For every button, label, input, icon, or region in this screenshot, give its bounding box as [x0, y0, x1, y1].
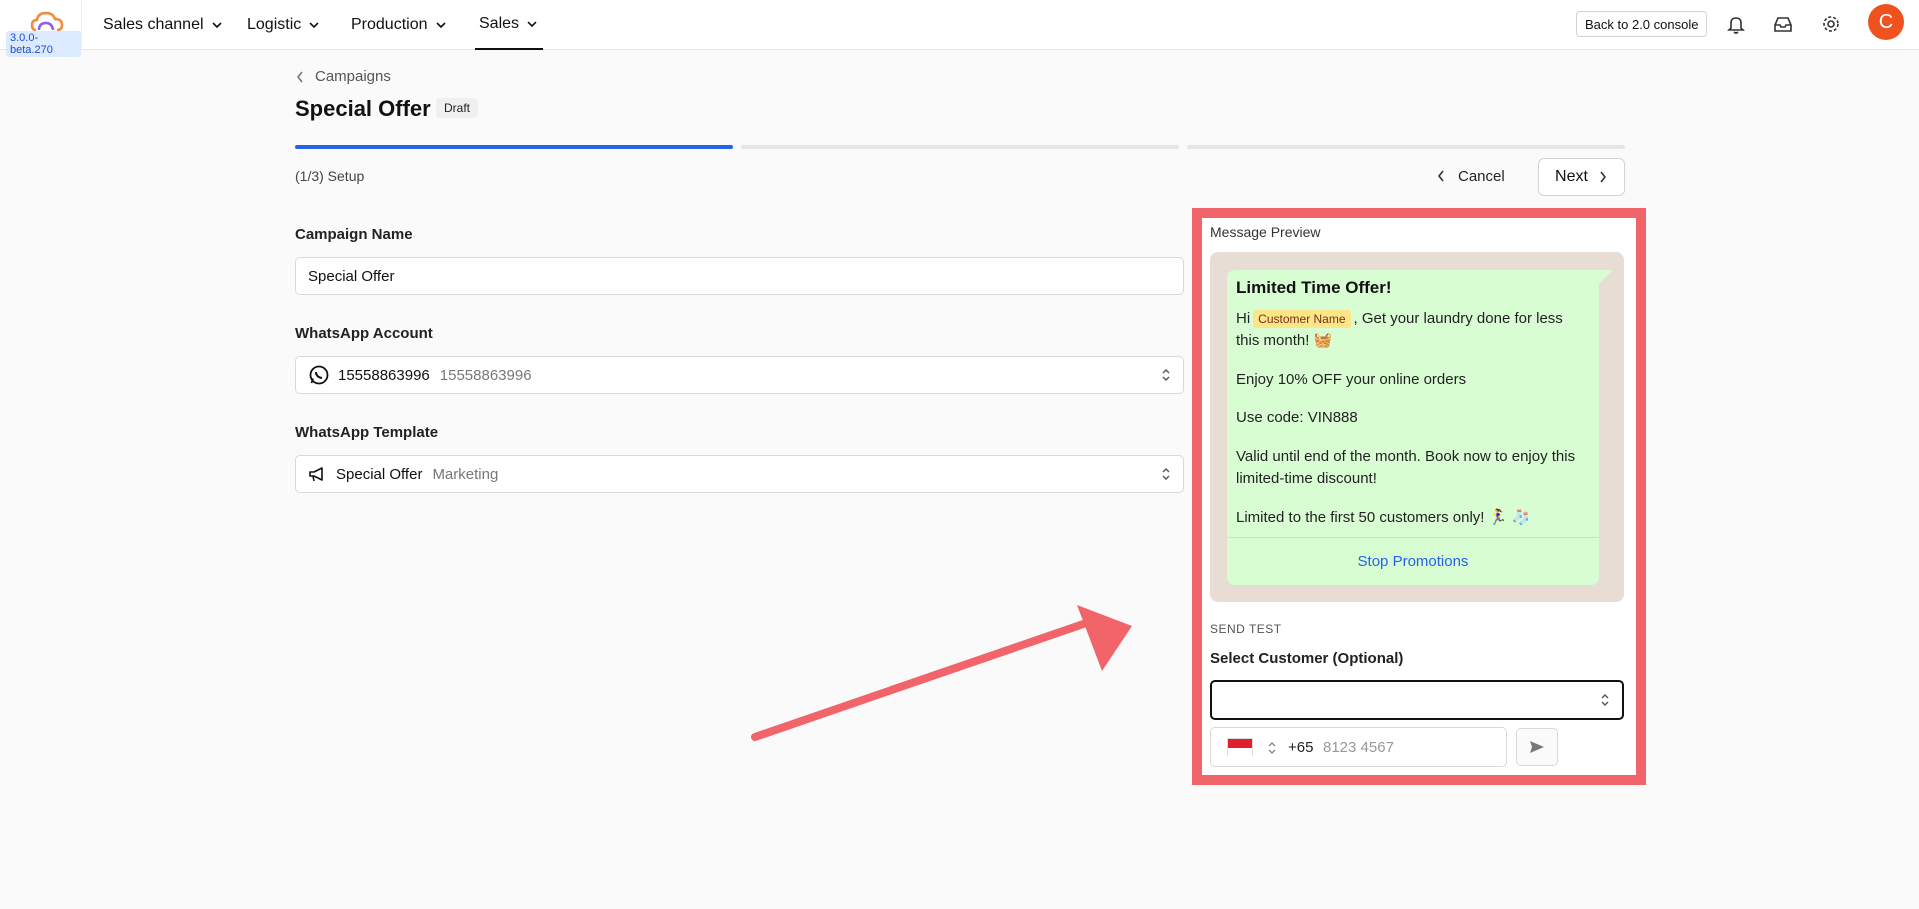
- message-line-discount: Enjoy 10% OFF your online orders: [1236, 371, 1467, 388]
- whatsapp-account-label: WhatsApp Account: [295, 325, 433, 342]
- chevron-updown-icon: [1162, 468, 1170, 480]
- chevron-updown-icon: [1601, 694, 1609, 706]
- chevron-down-icon: [309, 22, 319, 29]
- message-line-code: Use code: VIN888: [1236, 409, 1358, 426]
- back-to-console-button[interactable]: Back to 2.0 console: [1576, 11, 1708, 37]
- next-button-label: Next: [1555, 168, 1588, 185]
- bubble-divider: [1227, 537, 1599, 538]
- breadcrumb[interactable]: Campaigns: [295, 68, 391, 85]
- chevron-updown-icon[interactable]: [1267, 740, 1277, 756]
- phone-number-input[interactable]: 8123 4567: [1323, 739, 1394, 756]
- gear-icon[interactable]: [1820, 13, 1842, 35]
- chevron-down-icon: [435, 22, 446, 29]
- cancel-button-label: Cancel: [1458, 167, 1505, 185]
- annotation-arrow-icon: [751, 605, 1132, 741]
- chevron-down-icon: [211, 22, 222, 29]
- whatsapp-template-secondary: Marketing: [432, 465, 499, 483]
- nav-sales-channel[interactable]: Sales channel: [103, 0, 224, 50]
- campaign-name-input[interactable]: Special Offer: [295, 257, 1184, 295]
- message-bubble-tail: [1599, 270, 1613, 284]
- breadcrumb-campaigns[interactable]: Campaigns: [315, 68, 391, 85]
- singapore-flag-icon[interactable]: [1227, 738, 1253, 756]
- bell-icon[interactable]: [1725, 13, 1747, 35]
- chevron-right-icon: [1600, 171, 1606, 183]
- whatsapp-template-label: WhatsApp Template: [295, 424, 439, 441]
- nav-sales-channel-label: Sales channel: [103, 16, 204, 33]
- country-code: +65: [1288, 739, 1314, 756]
- send-test-heading: SEND TEST: [1210, 622, 1282, 636]
- inbox-icon[interactable]: [1772, 13, 1794, 35]
- whatsapp-template-select[interactable]: Special Offer Marketing: [295, 455, 1184, 493]
- top-navigation-bar: 3.0.0-beta.270 Sales channel Logistic Pr…: [0, 0, 1919, 57]
- nav-logistic[interactable]: Logistic: [247, 0, 321, 50]
- stop-promotions-link[interactable]: Stop Promotions: [1227, 553, 1599, 570]
- chevron-updown-icon: [1162, 369, 1170, 381]
- message-preview-title: Message Preview: [1210, 224, 1321, 240]
- chevron-down-icon: [527, 21, 537, 28]
- select-customer-dropdown[interactable]: [1210, 680, 1624, 720]
- message-line-limit: Limited to the first 50 customers only! …: [1236, 509, 1531, 526]
- message-greeting: Hi Customer Name, Get your laundry done f…: [1236, 308, 1586, 352]
- whatsapp-account-secondary: 15558863996: [439, 366, 532, 384]
- greeting-prefix: Hi: [1236, 310, 1251, 327]
- campaign-name-value: Special Offer: [308, 267, 395, 285]
- next-button[interactable]: Next: [1538, 158, 1625, 196]
- send-icon: [1530, 741, 1544, 753]
- whatsapp-template-value: Special Offer: [336, 465, 423, 483]
- whatsapp-account-value: 15558863996: [338, 366, 430, 384]
- message-heading: Limited Time Offer!: [1236, 278, 1392, 297]
- nav-sales-label: Sales: [479, 15, 520, 32]
- whatsapp-icon: [309, 365, 329, 385]
- customer-name-chip: Customer Name: [1253, 310, 1351, 328]
- cloud-logo-icon: [30, 11, 64, 32]
- step-label: (1/3) Setup: [295, 168, 365, 184]
- cancel-button[interactable]: Cancel: [1436, 158, 1505, 194]
- user-avatar[interactable]: C: [1868, 4, 1904, 40]
- phone-number-field[interactable]: +65 8123 4567: [1210, 727, 1507, 767]
- status-badge: Draft: [436, 98, 479, 118]
- megaphone-icon: [309, 467, 323, 482]
- nav-logistic-label: Logistic: [247, 16, 302, 33]
- nav-production-label: Production: [351, 16, 428, 33]
- send-test-button[interactable]: [1516, 728, 1558, 766]
- version-badge: 3.0.0-beta.270: [6, 31, 81, 57]
- chevron-left-icon: [296, 71, 303, 82]
- chevron-left-icon: [1437, 170, 1444, 182]
- step-indicator-3: [1187, 145, 1625, 149]
- step-indicator-2: [741, 145, 1179, 149]
- whatsapp-account-select[interactable]: 15558863996 15558863996: [295, 356, 1184, 394]
- nav-sales[interactable]: Sales: [475, 0, 543, 50]
- page-title: Special Offer: [295, 96, 431, 121]
- select-customer-label: Select Customer (Optional): [1210, 650, 1404, 667]
- message-line-validity: Valid until end of the month. Book now t…: [1236, 448, 1576, 487]
- app-logo[interactable]: 3.0.0-beta.270: [0, 0, 82, 57]
- nav-production[interactable]: Production: [351, 0, 448, 50]
- campaign-name-label: Campaign Name: [295, 226, 413, 243]
- step-indicator-1: [295, 145, 733, 149]
